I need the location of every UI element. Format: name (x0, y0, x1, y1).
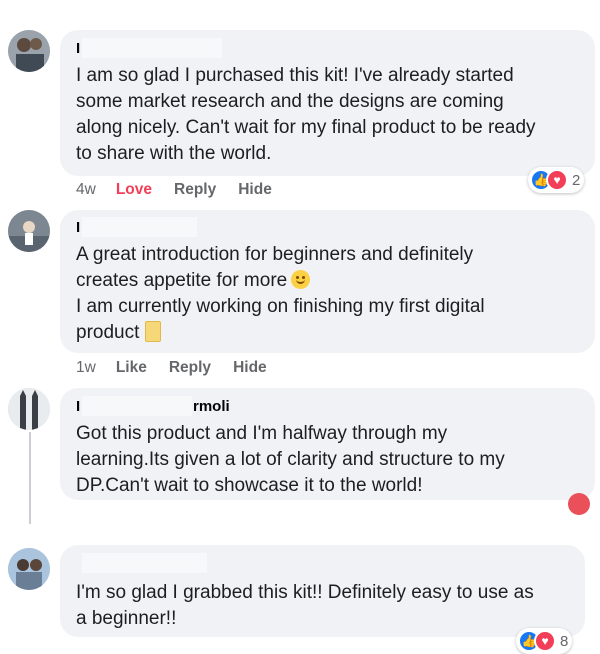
love-reaction-icon[interactable] (568, 493, 590, 515)
comment-text-line: some market research and the designs are… (76, 91, 504, 112)
avatar[interactable] (8, 210, 50, 252)
comment-text-line: along nicely. Can't wait for my final pr… (76, 117, 536, 138)
redacted-name (82, 217, 197, 237)
reaction-count: 2 (572, 171, 581, 189)
hide-button[interactable]: Hide (238, 181, 272, 199)
redacted-name (82, 396, 192, 416)
avatar-photo-icon (8, 388, 50, 430)
comment-text-span: product (76, 322, 140, 343)
reply-button[interactable]: Reply (174, 181, 216, 199)
reaction-summary[interactable]: 👍 ♥ 8 (516, 628, 573, 654)
love-reaction-icon: ♥ (546, 169, 568, 191)
comment-text-line: I am so glad I purchased this kit! I've … (76, 65, 514, 86)
love-button[interactable]: Love (116, 181, 152, 199)
comment-timestamp[interactable]: 4w (76, 181, 96, 199)
avatar[interactable] (8, 388, 50, 430)
thread-line (29, 432, 31, 524)
comment-timestamp[interactable]: 1w (76, 359, 96, 377)
redacted-name (82, 553, 207, 573)
reaction-summary[interactable]: 👍 ♥ 2 (528, 167, 585, 193)
comment-text-line: product (76, 320, 162, 346)
commenter-name-suffix[interactable]: rmoli (193, 398, 230, 415)
avatar[interactable] (8, 30, 50, 72)
comment-text-line: a beginner!! (76, 608, 177, 629)
commenter-name[interactable]: I (76, 398, 80, 415)
notepad-emoji-icon (145, 321, 162, 342)
reaction-count: 8 (560, 632, 569, 650)
comment-text-line: learning.Its given a lot of clarity and … (76, 449, 505, 470)
commenter-name[interactable]: I (76, 40, 80, 57)
like-button[interactable]: Like (116, 359, 147, 377)
avatar-photo-icon (8, 30, 50, 72)
love-reaction-icon: ♥ (534, 630, 556, 652)
hide-button[interactable]: Hide (233, 359, 267, 377)
comment-text-line: A great introduction for beginners and d… (76, 244, 474, 265)
comment-text-line: creates appetite for more (76, 268, 311, 294)
comment-text-line: I am currently working on finishing my f… (76, 296, 485, 317)
smile-emoji-icon (291, 270, 311, 289)
comment-text-line: Got this product and I'm halfway through… (76, 423, 448, 444)
comment-text-line: I'm so glad I grabbed this kit!! Definit… (76, 582, 534, 603)
reply-button[interactable]: Reply (169, 359, 211, 377)
commenter-name[interactable]: I (76, 219, 80, 236)
comment-actions: 4w Love Reply Hide (76, 181, 294, 199)
avatar-photo-icon (8, 548, 50, 590)
comment-text-span: creates appetite for more (76, 270, 288, 291)
redacted-name (82, 38, 222, 58)
comment-actions: 1w Like Reply Hide (76, 359, 289, 377)
comment-text-line: DP.Can't wait to showcase it to the worl… (76, 475, 423, 496)
comment-text-line: to share with the world. (76, 143, 272, 164)
avatar[interactable] (8, 548, 50, 590)
avatar-photo-icon (8, 210, 50, 252)
